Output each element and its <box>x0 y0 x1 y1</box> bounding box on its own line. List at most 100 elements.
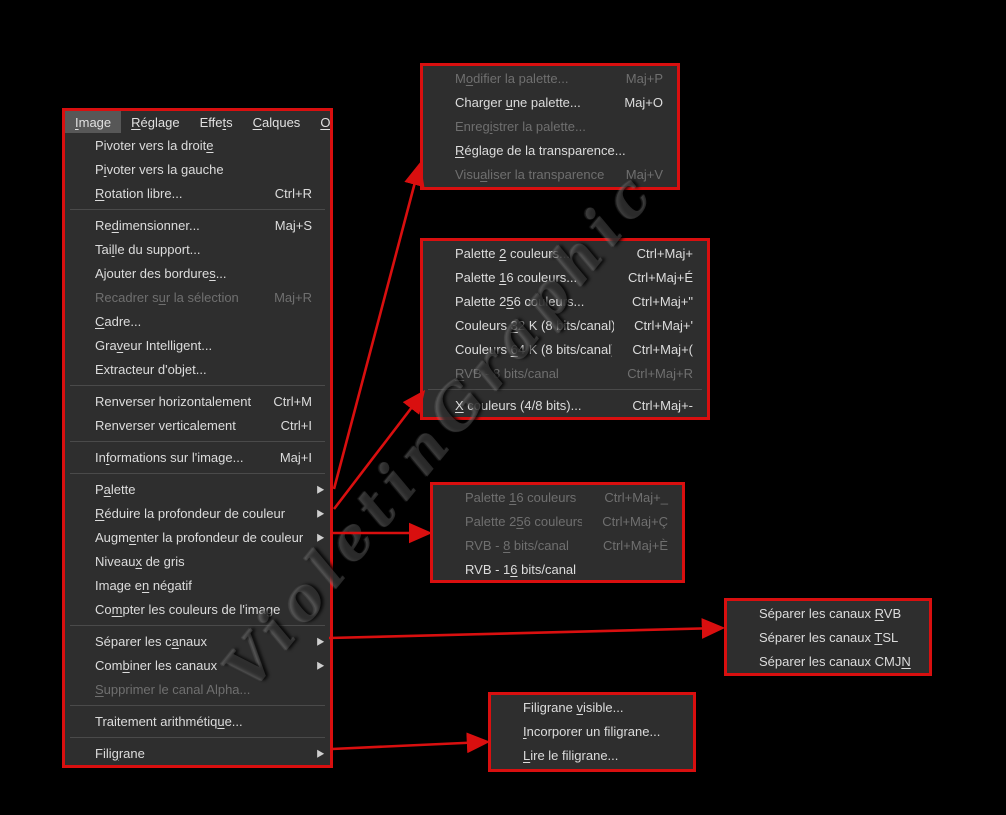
menu-item[interactable]: Niveaux de gris <box>65 549 330 573</box>
menu-item[interactable]: Renverser horizontalement Ctrl+M <box>65 389 330 413</box>
menu-separator <box>65 733 330 741</box>
menu-item-label: Supprimer le canal Alpha... <box>95 682 312 697</box>
menu-item[interactable]: Ajouter des bordures... <box>65 261 330 285</box>
submenu-arrow-icon: ▶ <box>312 531 324 544</box>
menu-item[interactable]: Image en négatif <box>65 573 330 597</box>
menu-item[interactable]: Pivoter vers la gauche <box>65 157 330 181</box>
menu-item-label: Image en négatif <box>95 578 312 593</box>
menu-separator <box>65 621 330 629</box>
menu-separator <box>65 205 330 213</box>
menu-item[interactable]: RVB - 16 bits/canal <box>433 557 682 581</box>
menu-item-label: Graveur Intelligent... <box>95 338 312 353</box>
menu-item-label: Informations sur l'image... <box>95 450 260 465</box>
menu-item[interactable]: Lire le filigrane... <box>491 743 693 767</box>
menu-item[interactable]: Compter les couleurs de l'image <box>65 597 330 621</box>
menu-item[interactable]: Couleurs 32 K (8 bits/canal)...Ctrl+Maj+… <box>423 313 707 337</box>
increase-color-depth-submenu-window: Palette 16 couleursCtrl+Maj+_Palette 256… <box>430 482 685 583</box>
menu-item-shortcut: Maj+O <box>624 95 663 110</box>
submenu-arrow-icon: ▶ <box>312 747 324 760</box>
menu-item-label: RVB - 16 bits/canal <box>465 562 668 577</box>
menu-item-label: Séparer les canaux <box>95 634 312 649</box>
menu-item-shortcut: Ctrl+Maj+Ç <box>602 514 668 529</box>
menu-item[interactable]: Charger une palette... Maj+O <box>423 90 677 114</box>
menu-item[interactable]: Palette 16 couleurs...Ctrl+Maj+É <box>423 265 707 289</box>
menu-item-shortcut: Ctrl+Maj+" <box>632 294 693 309</box>
menu-item-label: Cadre... <box>95 314 312 329</box>
menu-item[interactable]: Couleurs 64 K (8 bits/canal)...Ctrl+Maj+… <box>423 337 707 361</box>
menu-item[interactable]: Augmenter la profondeur de couleur▶ <box>65 525 330 549</box>
menu-item[interactable]: Renverser verticalementCtrl+I <box>65 413 330 437</box>
menu-separator <box>65 381 330 389</box>
menu-item-shortcut: Ctrl+Maj+_ <box>604 490 668 505</box>
menu-item-label: Palette 2 couleurs... <box>455 246 617 261</box>
menu-item[interactable]: Combiner les canaux▶ <box>65 653 330 677</box>
menu-item[interactable]: Traitement arithmétique... <box>65 709 330 733</box>
menubar-item-calques[interactable]: Calques <box>243 111 311 133</box>
submenu-arrow-icon: ▶ <box>312 635 324 648</box>
menu-item[interactable]: Séparer les canaux TSL <box>727 625 929 649</box>
menu-item-label: Compter les couleurs de l'image <box>95 602 312 617</box>
menubar-item-image[interactable]: Image <box>65 111 121 133</box>
menu-item[interactable]: Filigrane visible... <box>491 695 693 719</box>
image-menu-panel: Pivoter vers la droite Pivoter vers la ga… <box>65 133 330 765</box>
menu-item[interactable]: Taille du support... <box>65 237 330 261</box>
menu-item[interactable]: X couleurs (4/8 bits)...Ctrl+Maj+- <box>423 393 707 417</box>
menu-item[interactable]: Informations sur l'image... Maj+I <box>65 445 330 469</box>
menu-item-label: Combiner les canaux <box>95 658 312 673</box>
menu-item[interactable]: Redimensionner...Maj+S <box>65 213 330 237</box>
menu-item: RVB - 8 bits/canalCtrl+Maj+È <box>433 533 682 557</box>
reduce-color-depth-submenu-panel: Palette 2 couleurs...Ctrl+Maj+Palette 16… <box>423 241 707 417</box>
menu-item-shortcut: Ctrl+I <box>281 418 312 433</box>
menu-item[interactable]: Graveur Intelligent... <box>65 333 330 357</box>
menu-item: Enregistrer la palette... <box>423 114 677 138</box>
menu-item-shortcut: Ctrl+Maj+R <box>627 366 693 381</box>
menu-item[interactable]: Séparer les canaux CMJN <box>727 649 929 673</box>
menu-item[interactable]: Rotation libre...Ctrl+R <box>65 181 330 205</box>
menu-separator <box>65 437 330 445</box>
menu-item[interactable]: Palette 2 couleurs...Ctrl+Maj+ <box>423 241 707 265</box>
menu-item-label: Charger une palette... <box>455 95 604 110</box>
watermark-submenu-window: Filigrane visible...Incorporer un filigr… <box>488 692 696 772</box>
menu-item-label: Séparer les canaux TSL <box>759 630 915 645</box>
menu-item[interactable]: Séparer les canaux▶ <box>65 629 330 653</box>
submenu-arrow-icon: ▶ <box>312 483 324 496</box>
menu-item[interactable]: Pivoter vers la droite <box>65 133 330 157</box>
menubar-item-effets[interactable]: Effets <box>190 111 243 133</box>
menu-item-shortcut: Maj+I <box>280 450 312 465</box>
menu-item[interactable]: Séparer les canaux RVB <box>727 601 929 625</box>
menu-item-label: Pivoter vers la gauche <box>95 162 312 177</box>
menu-item[interactable]: Palette▶ <box>65 477 330 501</box>
menu-item-label: Rotation libre... <box>95 186 255 201</box>
menubar-item-r-glage[interactable]: Réglage <box>121 111 189 133</box>
split-channels-submenu-panel: Séparer les canaux RVB Séparer les canaux… <box>727 601 929 673</box>
menu-separator <box>65 469 330 477</box>
menu-item-label: Augmenter la profondeur de couleur <box>95 530 312 545</box>
image-menu-window: ImageRéglageEffetsCalquesObjetsSél Pivot… <box>62 108 333 768</box>
submenu-arrow-icon: ▶ <box>312 659 324 672</box>
menu-item[interactable]: Extracteur d'objet... <box>65 357 330 381</box>
menu-item-label: Traitement arithmétique... <box>95 714 312 729</box>
menu-item-shortcut: Ctrl+Maj+( <box>632 342 693 357</box>
menu-item-label: Palette 256 couleurs... <box>455 294 612 309</box>
menu-item-label: Ajouter des bordures... <box>95 266 312 281</box>
menu-item[interactable]: Réglage de la transparence... <box>423 138 677 162</box>
reduce-color-depth-submenu-window: Palette 2 couleurs...Ctrl+Maj+Palette 16… <box>420 238 710 420</box>
menu-item[interactable]: Palette 256 couleurs... Ctrl+Maj+" <box>423 289 707 313</box>
menu-item: Modifier la palette...Maj+P <box>423 66 677 90</box>
menu-separator <box>65 701 330 709</box>
menu-item-shortcut: Ctrl+M <box>273 394 312 409</box>
menu-item-label: Palette <box>95 482 312 497</box>
menu-item-label: Séparer les canaux RVB <box>759 606 915 621</box>
menu-item[interactable]: Incorporer un filigrane... <box>491 719 693 743</box>
submenu-arrow-icon: ▶ <box>312 507 324 520</box>
menu-item[interactable]: Cadre... <box>65 309 330 333</box>
menu-item-label: Renverser horizontalement <box>95 394 253 409</box>
menu-separator <box>423 385 707 393</box>
menu-item: RVB - 8 bits/canalCtrl+Maj+R <box>423 361 707 385</box>
menu-item-label: Réglage de la transparence... <box>455 143 663 158</box>
menu-item[interactable]: Réduire la profondeur de couleur▶ <box>65 501 330 525</box>
menu-item[interactable]: Filigrane▶ <box>65 741 330 765</box>
menu-item-label: Recadrer sur la sélection <box>95 290 254 305</box>
menubar-item-objets[interactable]: Objets <box>310 111 330 133</box>
menu-item-label: Extracteur d'objet... <box>95 362 312 377</box>
